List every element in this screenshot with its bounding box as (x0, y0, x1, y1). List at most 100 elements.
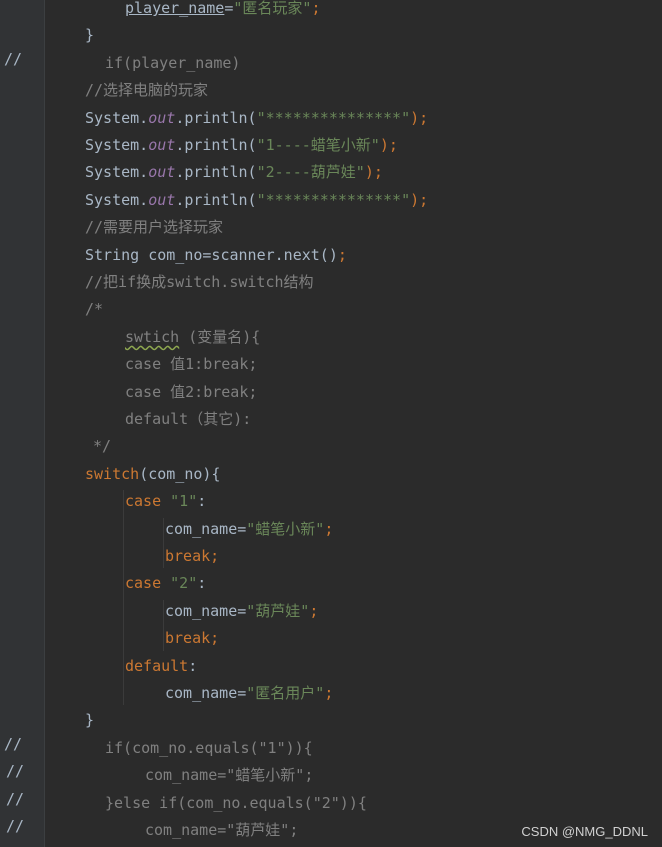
code-token: "1" (170, 492, 198, 511)
code-token: switch (85, 464, 140, 483)
code-line[interactable]: */ (0, 433, 662, 460)
code-token: out (148, 190, 176, 209)
code-token: out (148, 108, 176, 127)
code-token: "2" (170, 574, 198, 593)
code-token: System. (85, 190, 149, 209)
indent-guide (163, 599, 164, 651)
code-token: ); (379, 136, 398, 154)
code-token: /* (85, 300, 104, 319)
code-line-text: if(com_no.equals("1")){ (105, 735, 313, 762)
code-line[interactable]: System.out.println("***************"); (0, 105, 662, 132)
code-token: ; (309, 601, 319, 620)
code-token: .println( (175, 136, 257, 154)
code-line[interactable]: //选择电脑的玩家 (0, 77, 662, 104)
code-line[interactable]: }else if(com_no.equals("2")){ (0, 790, 662, 817)
code-line-text: //需要用户选择玩家 (85, 214, 223, 241)
code-token: case 值1:break; (125, 355, 258, 374)
code-line-text: case 值1:break; (125, 351, 257, 378)
code-line-text: case "2": (125, 570, 206, 597)
code-line[interactable]: swtich (变量名){ (0, 324, 662, 351)
code-line-text: com_name="蜡笔小新"; (165, 516, 333, 543)
code-token: : (197, 574, 207, 593)
code-line[interactable]: switch(com_no){ (0, 461, 662, 488)
code-line[interactable]: com_name="匿名用户"; (0, 680, 662, 707)
code-token: }else if(com_no.equals("2")){ (105, 793, 367, 812)
code-token: //选择电脑的玩家 (85, 81, 209, 100)
code-line[interactable]: com_name="蜡笔小新"; (0, 762, 662, 789)
code-line-text: swtich (变量名){ (125, 324, 260, 351)
code-line[interactable]: case 值2:break; (0, 379, 662, 406)
code-line-text: String com_no=scanner.next(); (85, 242, 347, 269)
code-line[interactable]: if(com_no.equals("1")){ (0, 735, 662, 762)
code-token: case (125, 492, 171, 511)
code-token: default（其它): (125, 410, 252, 428)
code-token: System. (85, 136, 149, 154)
code-token: if(player_name) (105, 53, 241, 72)
code-area[interactable]: player_name="匿名玩家";} if(player_name) //选择电… (0, 0, 662, 847)
code-line[interactable]: if(player_name) (0, 50, 662, 77)
code-token: System. (85, 163, 149, 182)
code-line[interactable]: System.out.println("***************"); (0, 187, 662, 214)
code-line[interactable]: case "2": (0, 570, 662, 597)
code-line-text: switch(com_no){ (85, 461, 220, 488)
code-line[interactable]: player_name="匿名玩家"; (0, 0, 662, 22)
code-token: } (85, 26, 95, 45)
code-line[interactable]: System.out.println("1----蜡笔小新"); (0, 132, 662, 159)
code-token: default (125, 656, 189, 675)
code-token: break; (165, 547, 220, 565)
code-token: .println( (175, 163, 257, 182)
code-token: "匿名玩家" (233, 0, 312, 17)
code-line[interactable]: } (0, 707, 662, 734)
code-line-text: default（其它): (125, 406, 251, 433)
code-token: "蜡笔小新" (246, 519, 325, 538)
code-line[interactable]: } (0, 22, 662, 49)
code-token: case 值2:break; (125, 382, 258, 401)
code-line[interactable]: default（其它): (0, 406, 662, 433)
code-line[interactable]: com_name="葫芦娃"; (0, 598, 662, 625)
code-token: //需要用户选择玩家 (85, 218, 224, 237)
code-line-text: /* (85, 296, 103, 323)
code-token: ; (324, 519, 334, 538)
code-line[interactable]: case "1": (0, 488, 662, 515)
code-token: com_name="葫芦娃"; (145, 821, 299, 839)
code-token: System. (85, 108, 149, 127)
code-token: com_name= (165, 601, 247, 620)
code-line[interactable]: String com_no=scanner.next(); (0, 242, 662, 269)
code-line-text: //选择电脑的玩家 (85, 77, 208, 104)
code-line[interactable]: default: (0, 653, 662, 680)
code-line[interactable]: //把if换成switch.switch结构 (0, 269, 662, 296)
code-line-text: com_name="蜡笔小新"; (145, 762, 313, 789)
code-line[interactable]: System.out.println("2----葫芦娃"); (0, 159, 662, 186)
code-token: .println( (175, 190, 257, 209)
code-token: if(com_no.equals("1")){ (105, 738, 313, 757)
code-line-text: } (85, 707, 94, 734)
code-token: //把if换成switch.switch结构 (85, 273, 314, 291)
code-token: swtich (125, 327, 180, 346)
code-line-text: case "1": (125, 488, 206, 515)
code-token: (变量名){ (179, 327, 261, 346)
code-token: : (197, 492, 207, 511)
code-line-text: com_name="葫芦娃"; (145, 817, 298, 844)
code-line-text: }else if(com_no.equals("2")){ (105, 790, 367, 817)
code-line-text: //把if换成switch.switch结构 (85, 269, 314, 296)
watermark: CSDN @NMG_DDNL (521, 824, 648, 839)
code-token: */ (93, 437, 112, 456)
code-line-text: break; (165, 543, 219, 570)
code-token: case (125, 574, 171, 593)
code-token: player_name (125, 0, 225, 17)
code-line[interactable]: //需要用户选择玩家 (0, 214, 662, 241)
code-token: com_name= (165, 519, 247, 538)
indent-guide (163, 517, 164, 569)
code-line-text: com_name="匿名用户"; (165, 680, 333, 707)
code-line[interactable]: break; (0, 543, 662, 570)
code-token: ); (364, 163, 383, 182)
code-line[interactable]: com_name="蜡笔小新"; (0, 516, 662, 543)
code-token: com_name= (165, 684, 247, 702)
code-line[interactable]: break; (0, 625, 662, 652)
code-editor[interactable]: ////////// player_name="匿名玩家";} if(player… (0, 0, 662, 847)
code-line[interactable]: /* (0, 296, 662, 323)
code-line[interactable]: case 值1:break; (0, 351, 662, 378)
code-line-text: System.out.println("1----蜡笔小新"); (85, 132, 398, 159)
code-token: String com_no=scanner.next() (85, 245, 338, 264)
code-token: out (148, 136, 176, 154)
